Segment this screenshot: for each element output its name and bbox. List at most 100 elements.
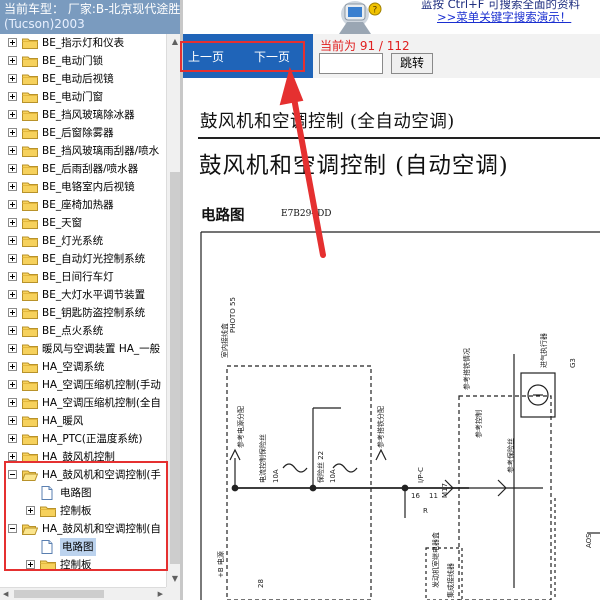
ref-grounding-label: 参考搭铁情况 (462, 348, 471, 390)
conn-ip-c-label: I/P-C (417, 467, 425, 483)
expand-plus-icon[interactable] (8, 164, 17, 173)
expand-plus-icon[interactable] (8, 272, 17, 281)
folder-icon (22, 289, 38, 301)
folder-icon (22, 73, 38, 85)
wiring-schematic: PHOTO 55 室内接线盒 电流控制保险丝 10A 参考电源分配 保险丝 22… (200, 231, 600, 600)
folder-icon (22, 163, 38, 175)
expand-plus-icon[interactable] (8, 236, 17, 245)
expand-plus-icon[interactable] (8, 200, 17, 209)
tree-item[interactable]: BE_挡风玻璃除冰器 (0, 106, 166, 124)
ref-ground-label: 参考搭铁分配 (376, 406, 385, 448)
nav-highlight-box (180, 41, 305, 72)
page-number-input[interactable] (319, 53, 383, 74)
tree-item[interactable]: BE_指示灯和仪表 (0, 34, 166, 52)
expand-plus-icon[interactable] (8, 218, 17, 227)
banner-demo-link[interactable]: >>菜单关键字搜索演示！ (437, 9, 571, 25)
folder-icon (22, 253, 38, 265)
tree-item[interactable]: BE_后窗除雾器 (0, 124, 166, 142)
expand-plus-icon[interactable] (8, 290, 17, 299)
top-banner: ? 蓝按 Ctrl+F 可搜索全面的资料 >>菜单关键字搜索演示！ (183, 0, 600, 34)
aos-label: AOS (585, 533, 593, 548)
scroll-left-arrow-icon[interactable]: ◀ (3, 588, 8, 600)
control-relay-box (458, 395, 552, 600)
hscroll-thumb[interactable] (14, 590, 104, 598)
expand-plus-icon[interactable] (8, 416, 17, 425)
tree-item[interactable]: BE_座椅加热器 (0, 196, 166, 214)
conn-11-label: 11 (429, 492, 438, 500)
plus-b-label: +B 电源 (216, 551, 225, 578)
folder-icon (22, 181, 38, 193)
expand-plus-icon[interactable] (8, 146, 17, 155)
expand-plus-icon[interactable] (8, 452, 17, 461)
tree-item[interactable]: BE_点火系统 (0, 322, 166, 340)
tree-item-label: BE_电动后视镜 (42, 73, 114, 85)
expand-plus-icon[interactable] (8, 92, 17, 101)
tree-item[interactable]: BE_自动灯光控制系统 (0, 250, 166, 268)
folder-icon (22, 397, 38, 409)
expand-plus-icon[interactable] (8, 74, 17, 83)
expand-plus-icon[interactable] (8, 56, 17, 65)
tree-item-label: BE_后窗除雾器 (42, 127, 114, 139)
bottom-28-label: 28 (257, 579, 265, 588)
engine-relay-label: 发动机室继电器盒 (431, 532, 440, 588)
tree-item[interactable]: BE_大灯水平调节装置 (0, 286, 166, 304)
tree-item-label: BE_指示灯和仪表 (42, 37, 125, 49)
mode-actuator-label: 进气执行器 (539, 333, 548, 368)
tree-item-label: BE_天窗 (42, 217, 83, 229)
expand-plus-icon[interactable] (8, 380, 17, 389)
tree-item[interactable]: BE_电动门窗 (0, 88, 166, 106)
expand-plus-icon[interactable] (8, 38, 17, 47)
expand-plus-icon[interactable] (8, 110, 17, 119)
tree-item[interactable]: BE_日间行车灯 (0, 268, 166, 286)
tree-item[interactable]: BE_电动后视镜 (0, 70, 166, 88)
ref-power-label: 参考电源分配 (236, 406, 245, 448)
folder-icon (22, 55, 38, 67)
app-window: 当前车型： 厂家:B-北京现代途胜 (Tucson)2003 BE_指示灯和仪表… (0, 0, 600, 600)
folder-icon (22, 379, 38, 391)
tree-item[interactable]: BE_挡风玻璃雨刮器/喷水 (0, 142, 166, 160)
tree-item[interactable]: HA_空调系统 (0, 358, 166, 376)
expand-plus-icon[interactable] (8, 398, 17, 407)
tree-item-label: BE_电动门窗 (42, 91, 104, 103)
tree-item[interactable]: BE_后雨刮器/喷水器 (0, 160, 166, 178)
go-to-page-button[interactable]: 跳转 (391, 53, 433, 74)
car-model-header: 当前车型： 厂家:B-北京现代途胜 (Tucson)2003 (0, 0, 183, 34)
expand-plus-icon[interactable] (8, 326, 17, 335)
folder-icon (22, 91, 38, 103)
folder-icon (22, 217, 38, 229)
expand-plus-icon[interactable] (8, 344, 17, 353)
tree-item-label: BE_灯光系统 (42, 235, 104, 247)
expand-plus-icon[interactable] (8, 128, 17, 137)
tree-item[interactable]: BE_灯光系统 (0, 232, 166, 250)
folder-icon (22, 37, 38, 49)
conn-m17-label: M17 (441, 483, 449, 498)
tree-horizontal-scrollbar[interactable]: ◀ ▶ (0, 587, 166, 600)
tree-item[interactable]: BE_电动门锁 (0, 52, 166, 70)
tree-item[interactable]: HA_暖风 (0, 412, 166, 430)
expand-plus-icon[interactable] (8, 434, 17, 443)
fuse-symbol (282, 463, 308, 473)
expand-plus-icon[interactable] (8, 182, 17, 191)
tree-item[interactable]: HA_空调压缩机控制(手动 (0, 376, 166, 394)
tree-item[interactable]: HA_PTC(正温度系统) (0, 430, 166, 448)
fuse-ctrl-label: 电流控制保险丝 (258, 434, 267, 483)
tree-item[interactable]: BE_天窗 (0, 214, 166, 232)
expand-plus-icon[interactable] (8, 362, 17, 371)
folder-icon (22, 325, 38, 337)
bottom-connector-label: 集成接线器 (446, 563, 455, 598)
tree-item[interactable]: BE_电铬室内后视镜 (0, 178, 166, 196)
tree-item[interactable]: BE_钥匙防盗控制系统 (0, 304, 166, 322)
tree-item-label: BE_后雨刮器/喷水器 (42, 163, 139, 175)
ref-control-label: 参考控制 (474, 410, 483, 438)
expand-plus-icon[interactable] (8, 308, 17, 317)
document-view: 鼓风机和空调控制 (全自动空调) 鼓风机和空调控制 (自动空调) 电路图 E7B… (183, 78, 600, 600)
tree-item-label: BE_座椅加热器 (42, 199, 114, 211)
expand-plus-icon[interactable] (8, 254, 17, 263)
tree-item-label: BE_日间行车灯 (42, 271, 114, 283)
tree-item[interactable]: HA_空调压缩机控制(全自 (0, 394, 166, 412)
helper-mascot-icon: ? (333, 0, 385, 34)
tree-item[interactable]: 暖风与空调装置 HA_一般 (0, 340, 166, 358)
scroll-right-arrow-icon[interactable]: ▶ (158, 588, 163, 600)
folder-icon (22, 433, 38, 445)
folder-icon (22, 199, 38, 211)
